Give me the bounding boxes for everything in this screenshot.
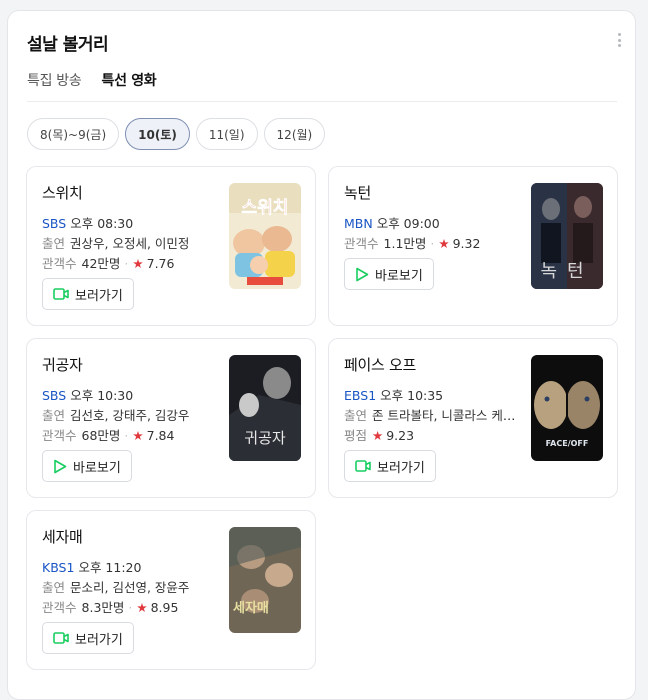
subtab-bar: 특집 방송 특선 영화 (27, 70, 157, 90)
cast-list: 존 트라볼타, 니콜라스 케이지 (372, 408, 516, 423)
tv-icon (355, 460, 371, 472)
movie-card[interactable]: 페이스 오프 EBS1 오후 10:35 출연 존 트라볼타, 니콜라스 케이지 … (328, 338, 618, 498)
star-icon: ★ (132, 256, 144, 271)
star-icon: ★ (136, 600, 148, 615)
date-chips: 8(목)~9(금) 10(토) 11(일) 12(월) (27, 118, 326, 150)
movie-card[interactable]: 스위치 SBS 오후 08:30 출연 권상우, 오정세, 이민정 관객수 42만명… (26, 166, 316, 326)
rating-value: 7.76 (146, 256, 175, 271)
movie-meta: SBS 오후 08:30 출연 권상우, 오정세, 이민정 관객수 42만명 · ★ 7.… (42, 216, 190, 271)
watch-button[interactable]: 보러가기 (42, 622, 134, 654)
channel-name: KBS1 (42, 560, 75, 575)
audience-count: 42만명 (81, 256, 121, 271)
tv-icon (53, 288, 69, 300)
date-chip-12[interactable]: 12(월) (263, 118, 326, 150)
channel-name: SBS (42, 216, 67, 231)
poster-title: FACE/OFF (545, 439, 589, 448)
tab-special-broadcast[interactable]: 특집 방송 (27, 70, 82, 90)
air-time: 오후 09:00 (376, 216, 440, 231)
movie-title[interactable]: 귀공자 (42, 354, 83, 375)
audience-label: 관객수 (42, 256, 77, 271)
more-options-icon[interactable] (611, 33, 627, 47)
audience-label: 관객수 (42, 600, 77, 615)
movie-card[interactable]: 세자매 KBS1 오후 11:20 출연 문소리, 김선영, 장윤주 관객수 8.3… (26, 510, 316, 670)
movie-meta: MBN 오후 09:00 관객수 1.1만명 · ★ 9.32 (344, 216, 481, 251)
divider (27, 101, 617, 102)
cast-label: 출연 (42, 236, 66, 251)
cast-label: 출연 (344, 408, 368, 423)
movie-meta: EBS1 오후 10:35 출연 존 트라볼타, 니콜라스 케이지 평점 ★ 9.23 (344, 386, 516, 446)
date-chip-8-9[interactable]: 8(목)~9(금) (27, 118, 120, 150)
watch-button-label: 보러가기 (377, 460, 425, 476)
movie-card[interactable]: 귀공자 SBS 오후 10:30 출연 김선호, 강태주, 김강우 관객수 68만명… (26, 338, 316, 498)
audience-count: 68만명 (81, 428, 121, 443)
poster-title: 귀공자 (244, 429, 286, 447)
audience-count: 1.1만명 (383, 236, 427, 251)
audience-count: 8.3만명 (81, 600, 125, 615)
movie-meta: KBS1 오후 11:20 출연 문소리, 김선영, 장윤주 관객수 8.3만명 · ★… (42, 560, 190, 615)
date-chip-11[interactable]: 11(일) (195, 118, 258, 150)
air-time: 오후 08:30 (70, 216, 134, 231)
panel-title: 설날 볼거리 (27, 35, 109, 55)
rating-value: 9.23 (386, 428, 415, 443)
air-time: 오후 11:20 (78, 560, 142, 575)
channel-name: EBS1 (344, 388, 377, 403)
audience-label: 관객수 (344, 236, 379, 251)
watch-button[interactable]: 보러가기 (42, 278, 134, 310)
movie-meta: SBS 오후 10:30 출연 김선호, 강태주, 김강우 관객수 68만명 · ★ 7.… (42, 388, 190, 443)
star-icon: ★ (132, 428, 144, 443)
watch-now-label: 바로보기 (375, 268, 423, 284)
play-icon (356, 267, 369, 281)
watch-button[interactable]: 보러가기 (344, 450, 436, 482)
poster-title: 세자매 (233, 601, 269, 616)
poster-title: 스위치 (241, 198, 289, 219)
watch-now-button[interactable]: 바로보기 (42, 450, 132, 482)
tab-special-movies[interactable]: 특선 영화 (101, 70, 156, 90)
movie-title[interactable]: 세자매 (42, 526, 83, 547)
movie-card[interactable]: 녹턴 MBN 오후 09:00 관객수 1.1만명 · ★ 9.32 바로보기 녹턴 (328, 166, 618, 326)
watch-button-label: 보러가기 (75, 288, 123, 304)
cast-label: 출연 (42, 408, 66, 423)
movie-poster[interactable]: FACE/OFF (531, 355, 603, 461)
air-time: 오후 10:30 (70, 388, 134, 403)
star-icon: ★ (372, 428, 384, 443)
cast-list: 문소리, 김선영, 장윤주 (70, 580, 190, 595)
movie-poster[interactable]: 녹턴 (531, 183, 603, 289)
rating-value: 7.84 (146, 428, 175, 443)
air-time: 오후 10:35 (380, 388, 444, 403)
rating-value: 9.32 (452, 236, 481, 251)
poster-title: 녹턴 (540, 261, 594, 282)
movie-poster[interactable]: 세자매 (229, 527, 301, 633)
rating-label: 평점 (344, 428, 368, 443)
tv-icon (53, 632, 69, 644)
watch-now-button[interactable]: 바로보기 (344, 258, 434, 290)
cast-list: 김선호, 강태주, 김강우 (70, 408, 190, 423)
movie-poster[interactable]: 스위치 (229, 183, 301, 289)
watch-now-label: 바로보기 (73, 460, 121, 476)
cast-label: 출연 (42, 580, 66, 595)
date-chip-10[interactable]: 10(토) (125, 118, 190, 150)
movie-poster[interactable]: 귀공자 (229, 355, 301, 461)
channel-name: SBS (42, 388, 67, 403)
movie-title[interactable]: 스위치 (42, 182, 83, 203)
movie-title[interactable]: 페이스 오프 (344, 354, 416, 375)
rating-value: 8.95 (150, 600, 179, 615)
cast-list: 권상우, 오정세, 이민정 (70, 236, 190, 251)
movie-title[interactable]: 녹턴 (344, 182, 371, 203)
star-icon: ★ (438, 236, 450, 251)
watch-button-label: 보러가기 (75, 632, 123, 648)
audience-label: 관객수 (42, 428, 77, 443)
play-icon (54, 459, 67, 473)
channel-name: MBN (344, 216, 373, 231)
